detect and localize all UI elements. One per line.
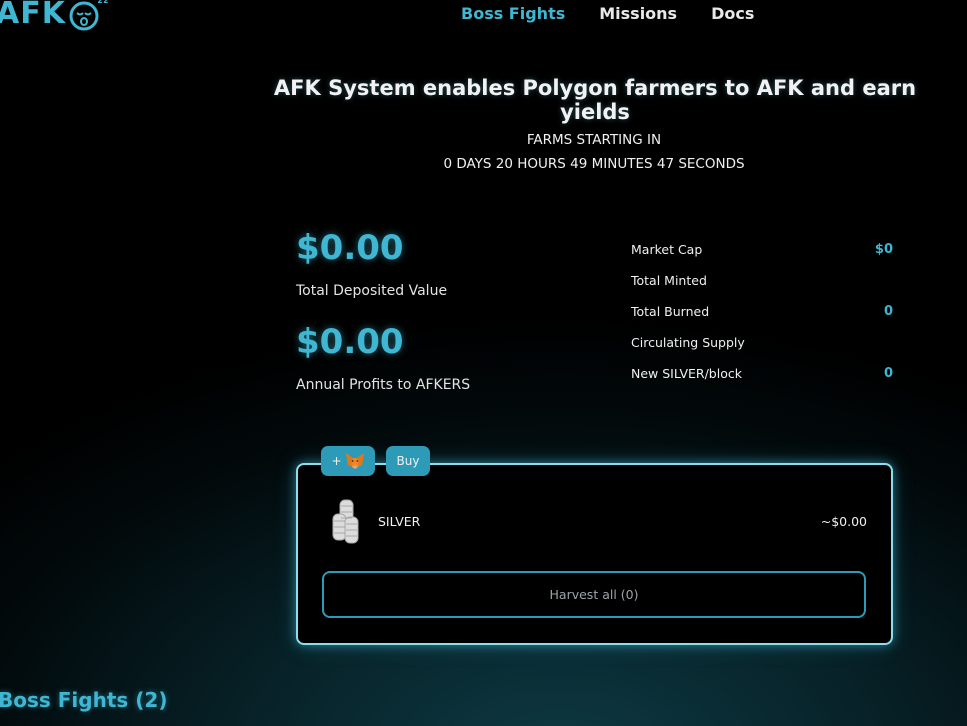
logo-text: AFK: [0, 0, 66, 31]
silver-coins-icon: [330, 497, 364, 547]
stat-value: 0: [883, 366, 893, 381]
afk-logo[interactable]: AFK zz: [0, 0, 108, 32]
add-label: +: [331, 454, 342, 468]
nav-missions[interactable]: Missions: [599, 4, 677, 23]
add-to-metamask-button[interactable]: +: [321, 446, 375, 476]
token-stats: Market Cap $0 Total Minted Total Burned …: [631, 234, 893, 389]
stat-value: 0: [883, 304, 893, 319]
stat-label: Market Cap: [631, 242, 703, 257]
logo-zz: zz: [97, 0, 109, 5]
total-deposited-value: $0.00: [296, 228, 404, 268]
sleeping-face-icon: zz: [68, 0, 108, 32]
countdown-value: 0 DAYS 20 HOURS 49 MINUTES 47 SECONDS: [443, 156, 745, 172]
boss-fights-section-title: Boss Fights (2): [0, 688, 168, 712]
stat-label: Total Burned: [631, 304, 710, 319]
token-usd-value: ~$0.00: [820, 514, 867, 529]
headline: AFK System enables Polygon farmers to AF…: [273, 76, 917, 124]
stat-new-silver-per-block: New SILVER/block 0: [631, 358, 893, 389]
token-name: SILVER: [378, 514, 421, 529]
total-deposited-label: Total Deposited Value: [296, 283, 448, 299]
annual-profits-label: Annual Profits to AFKERS: [296, 377, 471, 393]
stat-total-minted: Total Minted: [631, 265, 893, 296]
countdown-label: FARMS STARTING IN: [526, 132, 662, 148]
nav-boss-fights[interactable]: Boss Fights: [461, 4, 565, 23]
stat-label: Circulating Supply: [631, 335, 745, 350]
buy-button[interactable]: Buy: [386, 446, 430, 476]
nav-docs[interactable]: Docs: [711, 4, 754, 23]
harvest-all-button[interactable]: Harvest all (0): [322, 571, 866, 618]
stat-market-cap: Market Cap $0: [631, 234, 893, 265]
stat-label: Total Minted: [631, 273, 707, 288]
annual-profits-value: $0.00: [296, 322, 404, 362]
stat-total-burned: Total Burned 0: [631, 296, 893, 327]
metamask-fox-icon: [345, 452, 365, 470]
stat-circulating-supply: Circulating Supply: [631, 327, 893, 358]
stat-label: New SILVER/block: [631, 366, 742, 381]
stat-value: $0: [874, 242, 893, 257]
top-nav: Boss Fights Missions Docs: [461, 4, 754, 23]
